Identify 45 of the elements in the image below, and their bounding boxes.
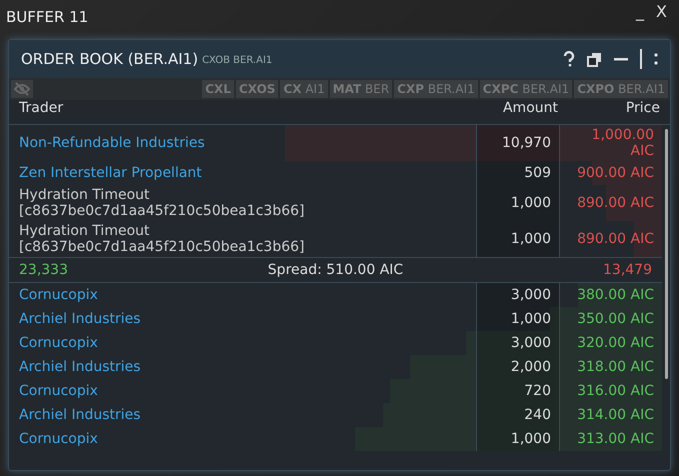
amount-cell: 1,000 [476,427,560,451]
trader-link[interactable]: Archiel Industries [9,309,329,329]
price-cell-text: 890.00 AIC [576,230,655,249]
price-cell-text: 313.00 AIC [576,430,655,449]
window-title: BUFFER 11 [6,8,90,26]
amount-cell: 2,000 [476,355,560,379]
column-header: Amount [502,100,559,118]
trader-name: Hydration Timeout [c8637be0c7d1aa45f210c50bea1c3b66] [18,222,306,257]
trader-link[interactable]: Cornucopix [9,381,329,401]
price-cell-text: 1,000.00 AIC [590,126,655,161]
amount-cell: 509 [476,161,560,185]
amount-cell: 1,000 [476,185,560,221]
amount-cell: 1,000 [476,307,560,331]
minimize-button[interactable]: _ [630,2,650,21]
trader-link[interactable]: Archiel Industries [9,405,329,425]
price-cell-text: 900.00 AIC [576,164,655,183]
amount-cell: 3,000 [476,331,560,355]
price-cell-text: 316.00 AIC [576,382,655,401]
spread-text: Spread: 510.00 AIC [266,262,404,278]
trader-link[interactable]: Cornucopix [9,285,329,305]
amount-cell: 720 [476,379,560,403]
trader-link[interactable]: Zen Interstellar Propellant [9,163,329,183]
panel-command: CXOB BER.AI1 [202,55,274,66]
ask-total: 13,479 [602,262,652,278]
bid-total: 23,333 [19,262,69,278]
trader-link[interactable]: Cornucopix [9,333,329,353]
amount-cell: 3,000 [476,283,560,307]
amount-cell: 240 [476,403,560,427]
trader-link[interactable]: Non-Refundable Industries [9,133,329,153]
price-cell-text: 350.00 AIC [576,310,655,329]
amount-cell: 10,970 [476,125,560,161]
price-cell-text: 890.00 AIC [576,194,655,213]
amount-cell: 1,000 [476,221,560,257]
trader-name: Hydration Timeout [c8637be0c7d1aa45f210c50bea1c3b66] [18,186,306,221]
price-cell-text: 318.00 AIC [576,358,655,377]
scrollbar-thumb[interactable] [664,129,668,379]
close-button[interactable]: X [650,2,673,21]
column-header: Trader [18,100,64,118]
column-header: Price [624,100,661,118]
trader-link[interactable]: Archiel Industries [9,357,329,377]
price-cell-text: 314.00 AIC [576,406,655,425]
price-cell-text: 320.00 AIC [576,334,655,353]
price-cell-text: 380.00 AIC [576,286,655,305]
trader-link[interactable]: Cornucopix [9,429,329,449]
panel-title: ORDER BOOK (BER.AI1) [21,50,198,68]
